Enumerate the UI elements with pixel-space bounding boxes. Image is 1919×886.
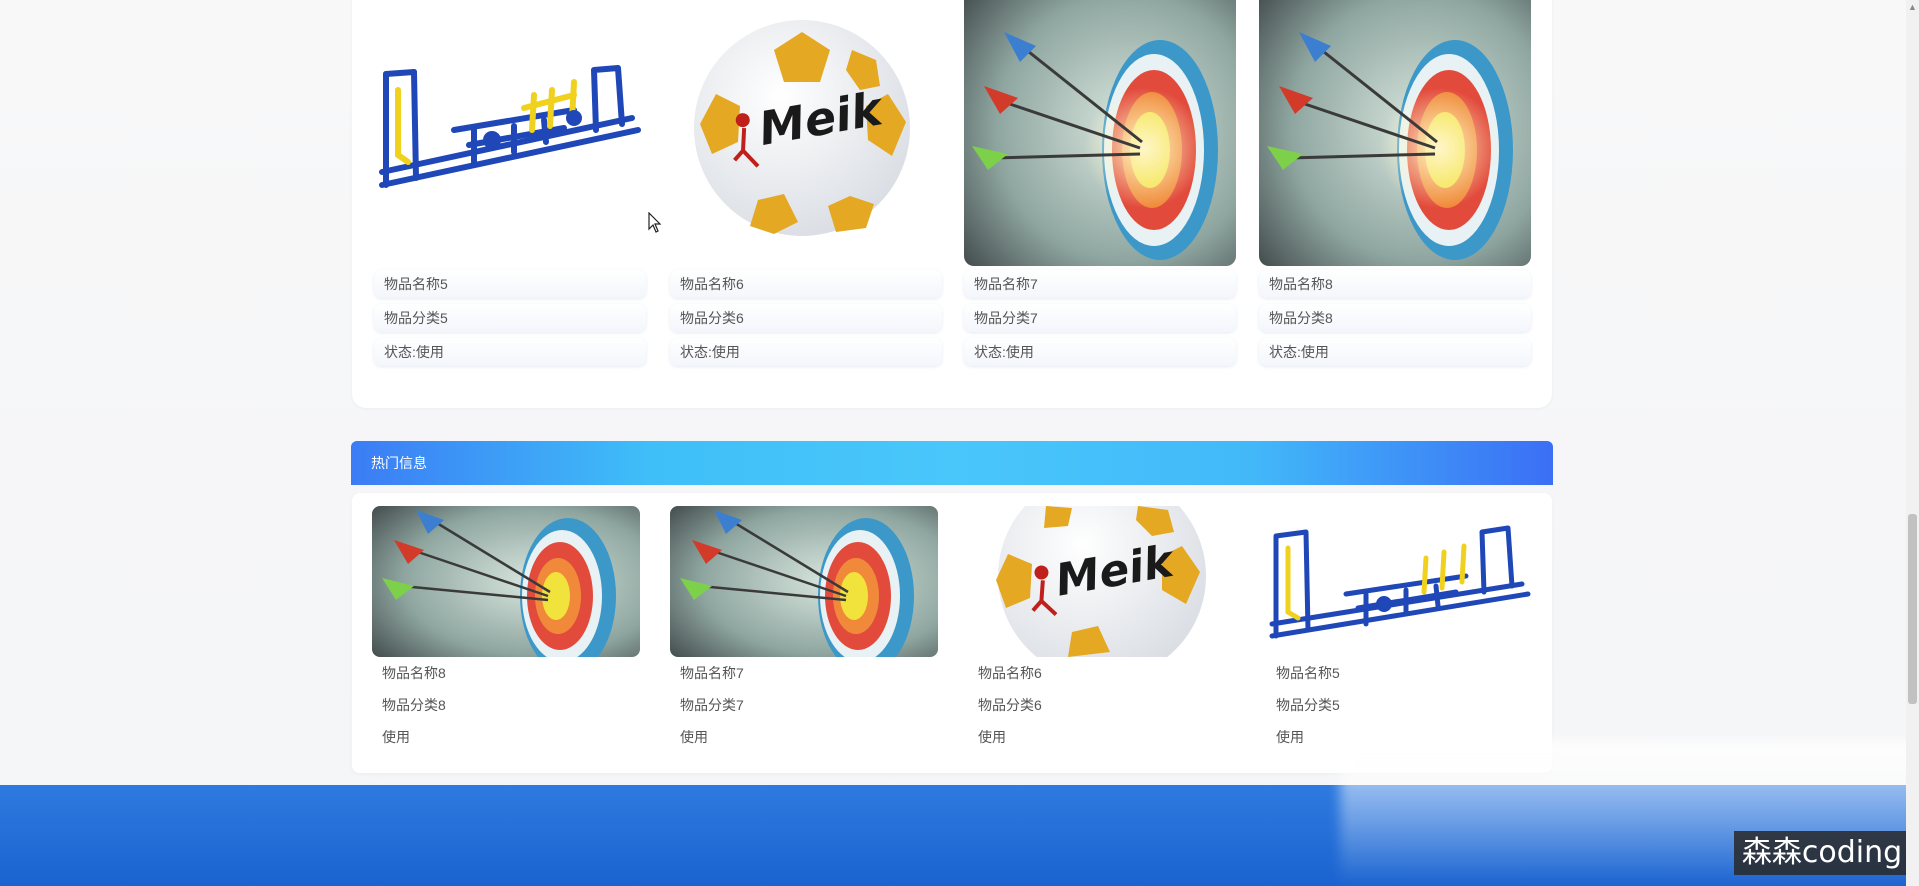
- product-category: 物品分类8: [1259, 304, 1531, 332]
- product-status: 状态:使用: [964, 338, 1236, 366]
- hot-item-image-fitness-equipment[interactable]: [1266, 506, 1534, 657]
- hot-item-card[interactable]: Meik 物品名称6 物品分类6 使用: [968, 506, 1236, 753]
- hot-item-card[interactable]: 物品名称8 物品分类8 使用: [372, 506, 640, 753]
- hot-item-status: 使用: [978, 729, 1006, 745]
- scrollbar-thumb[interactable]: [1908, 514, 1917, 704]
- product-name: 物品名称5: [374, 270, 646, 298]
- hot-item-name: 物品名称7: [680, 665, 744, 681]
- product-name: 物品名称7: [964, 270, 1236, 298]
- hot-item-image-soccer-ball[interactable]: Meik: [968, 506, 1236, 657]
- product-image-fitness-equipment[interactable]: [374, 0, 646, 266]
- hot-item-image-archery-target[interactable]: [372, 506, 640, 657]
- hot-item-name: 物品名称5: [1276, 665, 1340, 681]
- hot-item-category: 物品分类7: [680, 697, 744, 713]
- hot-info-header: 热门信息: [351, 441, 1553, 485]
- hot-item-card[interactable]: 物品名称7 物品分类7 使用: [670, 506, 938, 753]
- product-image-archery-target[interactable]: [1259, 0, 1531, 266]
- hot-item-image-archery-target[interactable]: [670, 506, 938, 657]
- product-status: 状态:使用: [1259, 338, 1531, 366]
- product-card[interactable]: 物品名称5 物品分类5 状态:使用: [374, 0, 646, 370]
- product-status: 状态:使用: [374, 338, 646, 366]
- hot-info-panel: 物品名称8 物品分类8 使用 物品名称7 物品分类7 使用 Meik 物品名称6…: [352, 493, 1552, 773]
- watermark-label: 森森coding: [1734, 831, 1910, 875]
- hot-item-category: 物品分类8: [382, 697, 446, 713]
- hot-item-name: 物品名称6: [978, 665, 1042, 681]
- mouse-cursor-icon: [648, 211, 662, 239]
- hot-item-status: 使用: [382, 729, 410, 745]
- hot-item-status: 使用: [680, 729, 708, 745]
- product-category: 物品分类5: [374, 304, 646, 332]
- product-name: 物品名称6: [670, 270, 942, 298]
- product-name: 物品名称8: [1259, 270, 1531, 298]
- product-image-archery-target[interactable]: [964, 0, 1236, 266]
- scrollbar-track[interactable]: [1906, 0, 1919, 886]
- product-card[interactable]: 物品名称7 物品分类7 状态:使用: [964, 0, 1236, 370]
- hot-item-category: 物品分类5: [1276, 697, 1340, 713]
- product-card[interactable]: Meik 物品名称6 物品分类6 状态:使用: [670, 0, 942, 370]
- product-status: 状态:使用: [670, 338, 942, 366]
- hot-item-card[interactable]: 物品名称5 物品分类5 使用: [1266, 506, 1534, 753]
- hot-item-category: 物品分类6: [978, 697, 1042, 713]
- hot-info-title: 热门信息: [371, 455, 427, 471]
- hot-item-name: 物品名称8: [382, 665, 446, 681]
- product-card[interactable]: 物品名称8 物品分类8 状态:使用: [1259, 0, 1531, 370]
- product-category: 物品分类7: [964, 304, 1236, 332]
- product-grid-panel: 物品名称5 物品分类5 状态:使用 Meik 物品名称6 物品分类6 状态:使用…: [352, 0, 1552, 408]
- product-image-soccer-ball[interactable]: Meik: [670, 0, 942, 266]
- product-category: 物品分类6: [670, 304, 942, 332]
- scroll-up-arrow-icon[interactable]: ▲: [1906, 0, 1919, 14]
